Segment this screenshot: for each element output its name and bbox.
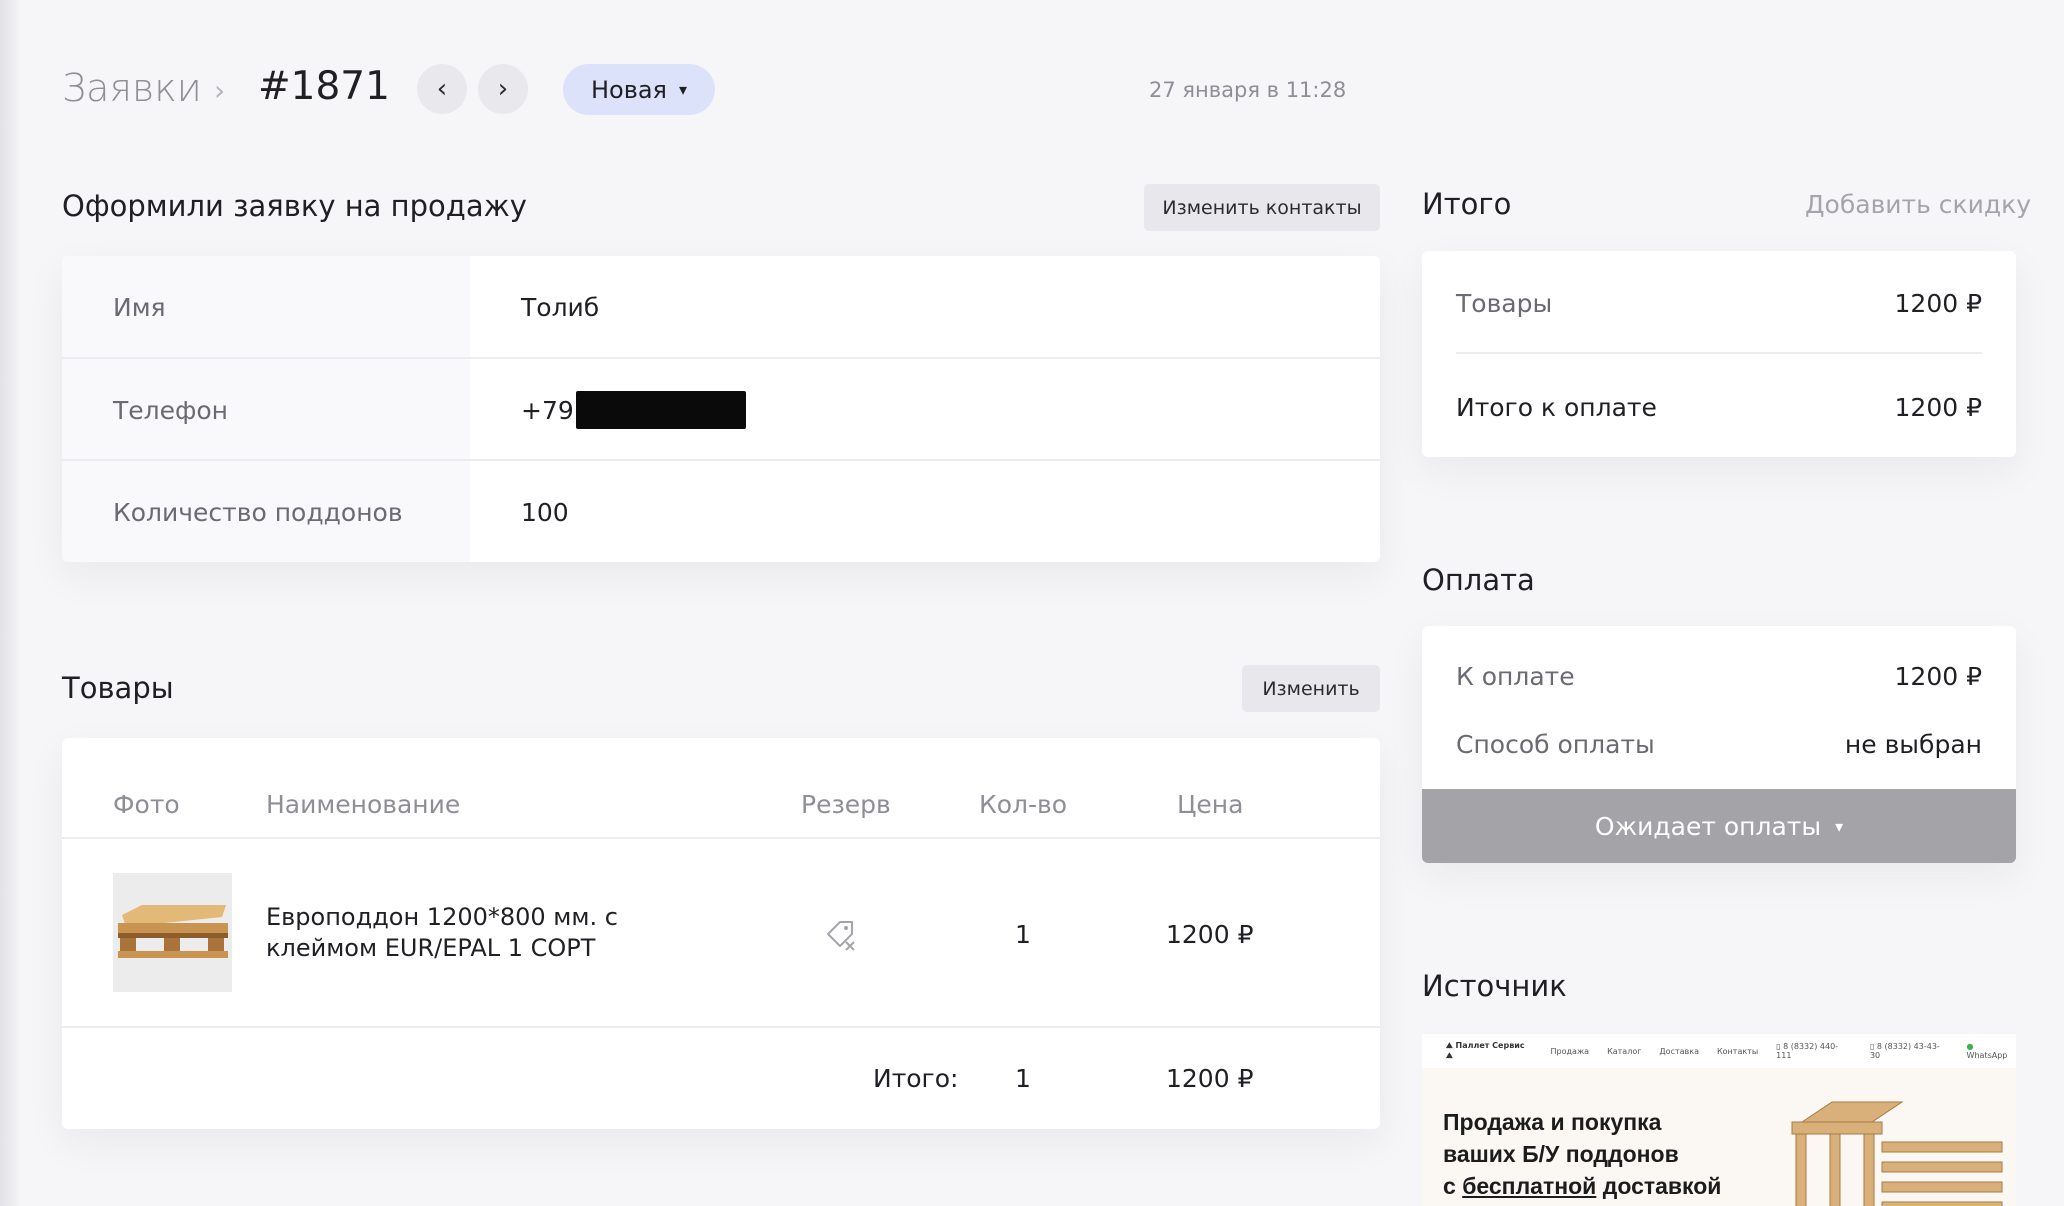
next-order-button[interactable]: › (478, 64, 528, 114)
source-nav-item: Доставка (1659, 1046, 1699, 1056)
prev-order-button[interactable]: ‹ (417, 64, 467, 114)
contact-row-pallets: Количество поддонов 100 (62, 461, 1380, 562)
payment-due-value: 1200 ₽ (1894, 662, 1982, 691)
source-phone-2: ▯ 8 (8332) 43-43-30 (1869, 1042, 1940, 1060)
column-header-reserve: Резерв (801, 790, 891, 819)
window-edge-shadow (0, 0, 22, 1206)
product-name[interactable]: Европоддон 1200*800 мм. с клеймом EUR/EP… (266, 902, 686, 964)
contact-row-phone: Телефон +79 (62, 359, 1380, 461)
summary-card: Товары 1200 ₽ Итого к оплате 1200 ₽ (1422, 251, 2016, 457)
product-qty: 1 (1015, 920, 1031, 949)
contacts-table: Имя Толиб Телефон +79 Количество поддоно… (62, 256, 1380, 562)
column-header-price: Цена (1177, 790, 1244, 819)
contacts-section-title: Оформили заявку на продажу (62, 189, 527, 223)
goods-total-qty: 1 (1015, 1064, 1031, 1093)
summary-total-label: Итого к оплате (1456, 393, 1657, 422)
chevron-down-icon: ▾ (679, 80, 688, 99)
payment-method-label: Способ оплаты (1456, 730, 1655, 759)
column-header-name: Наименование (266, 790, 461, 819)
summary-goods-row: Товары 1200 ₽ (1456, 289, 1982, 318)
column-header-photo: Фото (113, 790, 180, 819)
row-divider (62, 837, 1380, 839)
contact-value: Толиб (521, 292, 600, 322)
tag-off-icon (827, 921, 855, 951)
payment-due-label: К оплате (1456, 662, 1575, 691)
source-site-logo: ⛰ Паллет Сервис ⛰ (1446, 1041, 1525, 1060)
pallet-image-icon (118, 904, 228, 958)
summary-section-title: Итого (1422, 187, 1512, 221)
payment-method-row: Способ оплаты не выбран (1456, 730, 1982, 759)
whatsapp-icon: ● WhatsApp (1966, 1042, 2008, 1060)
edit-contacts-button[interactable]: Изменить контакты (1144, 184, 1380, 231)
goods-section-title: Товары (62, 671, 174, 705)
source-phone-1: ▯ 8 (8332) 440-111 (1776, 1042, 1839, 1060)
payment-card: К оплате 1200 ₽ Способ оплаты не выбран … (1422, 626, 2016, 863)
phone-value: +79 (521, 395, 574, 425)
chevron-left-icon: ‹ (436, 74, 448, 104)
source-nav-item: Продажа (1550, 1046, 1590, 1056)
product-photo[interactable] (113, 873, 232, 992)
contact-label: Имя (62, 256, 470, 358)
row-divider (62, 1026, 1380, 1028)
goods-total-label: Итого: (873, 1064, 959, 1093)
order-date: 27 января в 11:28 (1149, 78, 1347, 102)
summary-total-row: Итого к оплате 1200 ₽ (1456, 393, 1982, 422)
source-site-nav: ⛰ Паллет Сервис ⛰ Продажа Каталог Достав… (1422, 1034, 2016, 1068)
summary-total-value: 1200 ₽ (1894, 393, 1982, 422)
product-price: 1200 ₽ (1166, 920, 1254, 949)
breadcrumb-separator-icon: › (214, 74, 226, 107)
source-section-title: Источник (1422, 969, 1567, 1003)
add-discount-link[interactable]: Добавить скидку (1805, 190, 2031, 219)
goods-total-price: 1200 ₽ (1166, 1064, 1254, 1093)
goods-table: Фото Наименование Резерв Кол-во Цена Евр… (62, 738, 1380, 1129)
payment-section-title: Оплата (1422, 563, 1535, 597)
payment-due-row: К оплате 1200 ₽ (1456, 662, 1982, 691)
contact-row-name: Имя Толиб (62, 256, 1380, 358)
contact-value: 100 (521, 497, 569, 527)
edit-goods-button[interactable]: Изменить (1242, 665, 1380, 712)
page-title: #1871 (258, 64, 390, 109)
source-nav-item: Контакты (1716, 1046, 1759, 1056)
column-header-qty: Кол-во (979, 790, 1068, 819)
chevron-right-icon: › (497, 74, 509, 104)
source-nav-item: Каталог (1607, 1046, 1642, 1056)
status-label: Новая (590, 75, 667, 104)
reserve-toggle[interactable] (824, 918, 858, 958)
summary-goods-label: Товары (1456, 289, 1553, 318)
pallet-stack-image (1791, 1101, 2003, 1206)
payment-status-dropdown[interactable]: Ожидает оплаты ▾ (1422, 789, 2016, 863)
chevron-down-icon: ▾ (1835, 816, 1844, 836)
summary-goods-value: 1200 ₽ (1894, 289, 1982, 318)
source-headline: Продажа и покупка ваших Б/У поддонов с б… (1443, 1109, 1722, 1199)
status-dropdown[interactable]: Новая ▾ (563, 64, 715, 115)
row-divider (1456, 352, 1982, 354)
payment-status-label: Ожидает оплаты (1594, 811, 1822, 841)
contact-label: Телефон (62, 359, 470, 461)
contact-value: +79 (470, 359, 1380, 461)
redaction-block (575, 391, 746, 429)
source-preview[interactable]: ⛰ Паллет Сервис ⛰ Продажа Каталог Достав… (1422, 1034, 2016, 1206)
breadcrumb-orders[interactable]: Заявки (62, 66, 202, 110)
contact-label: Количество поддонов (62, 461, 470, 562)
payment-method-value[interactable]: не выбран (1845, 730, 1982, 759)
